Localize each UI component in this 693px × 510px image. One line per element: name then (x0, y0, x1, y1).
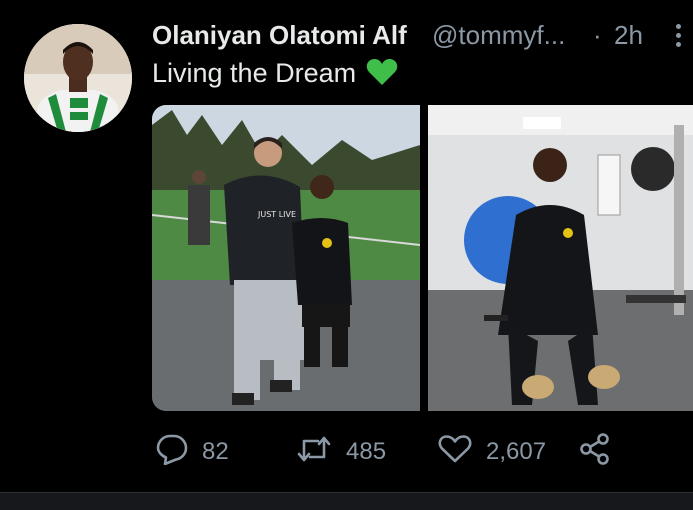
retweet-icon (296, 433, 332, 472)
timestamp[interactable]: 2h (614, 20, 643, 51)
display-name[interactable]: Olaniyan Olatomi Alf (152, 20, 407, 51)
like-count: 2,607 (486, 438, 547, 465)
retweet-button[interactable]: 485 (296, 432, 386, 472)
more-vertical-icon[interactable] (667, 20, 689, 50)
avatar[interactable] (24, 24, 132, 132)
green-heart-icon (366, 58, 398, 93)
user-handle[interactable]: @tommyf... (432, 20, 565, 51)
tweet[interactable]: Olaniyan Olatomi Alf @tommyf... · 2h Liv… (0, 0, 693, 492)
reply-count: 82 (202, 438, 229, 465)
media-grid[interactable]: JUST LIVE (152, 105, 693, 411)
next-item-divider (0, 492, 693, 510)
tweet-header: Olaniyan Olatomi Alf @tommyf... · 2h (152, 18, 693, 54)
tweet-text: Living the Dream (152, 58, 357, 88)
svg-text:JUST LIVE: JUST LIVE (257, 210, 296, 219)
like-button[interactable]: 2,607 (438, 432, 546, 472)
retweet-count: 485 (346, 438, 387, 465)
reply-button[interactable]: 82 (156, 432, 229, 472)
heart-icon (438, 434, 472, 471)
photo-2[interactable] (428, 105, 693, 411)
action-bar: 82 485 2,607 (152, 432, 693, 472)
reply-icon (156, 433, 188, 472)
tweet-text-container: Living the Dream (152, 58, 398, 93)
photo-1[interactable]: JUST LIVE (152, 105, 420, 411)
separator-dot: · (593, 20, 602, 50)
share-button[interactable] (578, 432, 612, 472)
share-icon (578, 432, 612, 473)
